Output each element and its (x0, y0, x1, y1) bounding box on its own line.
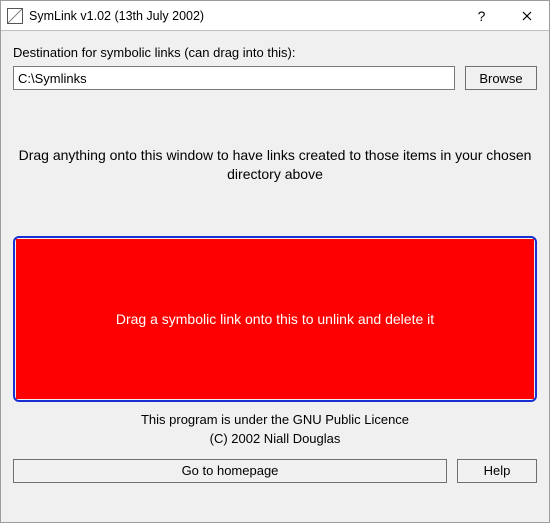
destination-row: Browse (13, 66, 537, 90)
footer-text: This program is under the GNU Public Lic… (13, 410, 537, 449)
close-icon (522, 11, 532, 21)
help-button[interactable]: Help (457, 459, 537, 483)
window-title: SymLink v1.02 (13th July 2002) (29, 9, 459, 23)
app-window: SymLink v1.02 (13th July 2002) ? Destina… (0, 0, 550, 523)
license-text: This program is under the GNU Public Lic… (13, 410, 537, 430)
bottom-button-row: Go to homepage Help (13, 459, 537, 483)
app-icon (7, 8, 23, 24)
delete-dropzone-frame: Drag a symbolic link onto this to unlink… (13, 236, 537, 402)
titlebar: SymLink v1.02 (13th July 2002) ? (1, 1, 549, 31)
help-titlebar-button[interactable]: ? (459, 1, 504, 30)
destination-input[interactable] (13, 66, 455, 90)
delete-dropzone-label: Drag a symbolic link onto this to unlink… (116, 311, 434, 327)
close-button[interactable] (504, 1, 549, 30)
drag-create-instructions: Drag anything onto this window to have l… (13, 146, 537, 184)
copyright-text: (C) 2002 Niall Douglas (13, 429, 537, 449)
delete-dropzone[interactable]: Drag a symbolic link onto this to unlink… (16, 239, 534, 399)
destination-label: Destination for symbolic links (can drag… (13, 45, 537, 60)
browse-button[interactable]: Browse (465, 66, 537, 90)
homepage-button[interactable]: Go to homepage (13, 459, 447, 483)
client-area: Destination for symbolic links (can drag… (1, 31, 549, 522)
